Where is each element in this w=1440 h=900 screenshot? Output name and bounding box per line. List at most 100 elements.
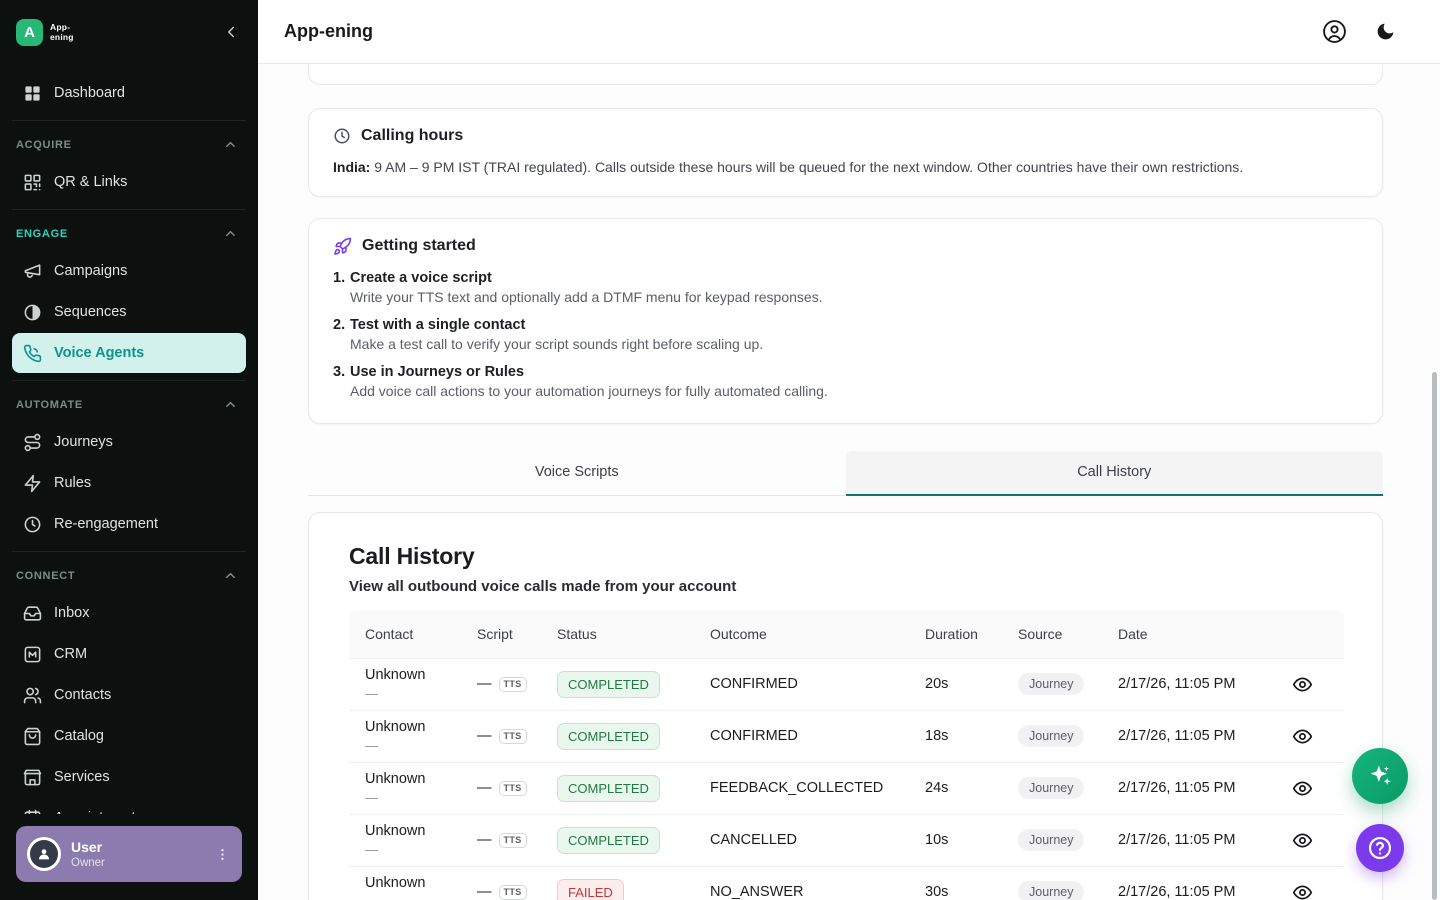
qr-icon — [22, 172, 42, 192]
cell-script: — — [477, 728, 492, 744]
help-fab[interactable] — [1356, 824, 1404, 872]
view-call-button[interactable] — [1288, 722, 1317, 751]
sidebar-item-label: Inbox — [54, 605, 89, 621]
tab-call-history[interactable]: Call History — [846, 451, 1384, 496]
cell-contact: Unknown — [365, 719, 445, 735]
view-call-button[interactable] — [1288, 826, 1317, 855]
sidebar-item-catalog[interactable]: Catalog — [12, 716, 246, 756]
sidebar-section-automate[interactable]: AUTOMATE — [12, 388, 246, 421]
chevron-up-icon — [223, 568, 238, 583]
sidebar-section-engage[interactable]: ENGAGE — [12, 217, 246, 250]
cell-date: 2/17/26, 11:05 PM — [1102, 676, 1261, 692]
sidebar-item-label: Contacts — [54, 687, 111, 703]
chevron-up-icon — [223, 137, 238, 152]
column-header-duration: Duration — [909, 626, 1002, 642]
ai-assistant-fab[interactable] — [1352, 748, 1408, 804]
sidebar-header: A App- ening — [0, 0, 258, 64]
sidebar-item-appointments[interactable]: Appointments — [12, 798, 246, 814]
sparkles-icon — [1366, 762, 1394, 790]
sidebar-item-voice-agents[interactable]: Voice Agents — [12, 333, 246, 373]
step-title: Test with a single contact — [350, 317, 763, 333]
user-card[interactable]: User Owner — [16, 826, 242, 882]
kebab-menu-icon — [215, 847, 230, 862]
column-header-source: Source — [1002, 626, 1102, 642]
tts-badge: TTS — [499, 885, 527, 900]
sidebar-section-acquire[interactable]: ACQUIRE — [12, 128, 246, 161]
section-label: ENGAGE — [16, 228, 68, 240]
column-header-outcome: Outcome — [694, 626, 909, 642]
view-call-button[interactable] — [1288, 670, 1317, 699]
rocket-icon — [333, 237, 352, 256]
divider — [12, 120, 246, 121]
dark-mode-toggle[interactable] — [1375, 21, 1396, 42]
sidebar-item-label: Voice Agents — [54, 345, 144, 361]
view-call-button[interactable] — [1288, 774, 1317, 803]
sidebar-item-journeys[interactable]: Journeys — [12, 422, 246, 462]
view-call-button[interactable] — [1288, 878, 1317, 900]
step-description: Make a test call to verify your script s… — [350, 336, 763, 352]
sidebar-item-label: Sequences — [54, 304, 127, 320]
calendar-icon — [22, 808, 42, 814]
source-badge: Journey — [1018, 725, 1084, 747]
divider — [12, 380, 246, 381]
sidebar-collapse-button[interactable] — [218, 19, 244, 45]
sidebar-section-connect[interactable]: CONNECT — [12, 559, 246, 592]
cell-script: — — [477, 676, 492, 692]
sidebar-item-rules[interactable]: Rules — [12, 463, 246, 503]
source-badge: Journey — [1018, 673, 1084, 695]
cell-contact-sub: — — [365, 790, 445, 805]
cell-contact-sub: — — [365, 738, 445, 753]
user-meta: User Owner — [71, 839, 201, 869]
eye-icon — [1292, 674, 1313, 695]
lightning-icon — [22, 473, 42, 493]
tts-badge: TTS — [499, 677, 527, 692]
main-area: App-ening Calling hours — [258, 0, 1440, 900]
store-icon — [22, 767, 42, 787]
tab-voice-scripts[interactable]: Voice Scripts — [308, 451, 846, 496]
calling-hours-card: Calling hours India: 9 AM – 9 PM IST (TR… — [308, 108, 1383, 197]
cell-duration: 24s — [909, 780, 1002, 796]
help-icon — [1367, 835, 1393, 861]
sidebar-item-qr-links[interactable]: QR & Links — [12, 162, 246, 202]
sidebar-item-re-engagement[interactable]: Re-engagement — [12, 504, 246, 544]
logo-text-line1: App- — [50, 22, 74, 32]
user-name: User — [71, 839, 201, 855]
sidebar-item-dashboard[interactable]: Dashboard — [12, 73, 246, 113]
user-menu-button[interactable] — [211, 843, 234, 866]
sidebar-item-contacts[interactable]: Contacts — [12, 675, 246, 715]
step-title: Use in Journeys or Rules — [350, 364, 828, 380]
avatar — [27, 837, 61, 871]
call-history-subtitle: View all outbound voice calls made from … — [349, 578, 1342, 595]
source-badge: Journey — [1018, 829, 1084, 851]
cell-contact-sub: — — [365, 894, 445, 900]
cell-date: 2/17/26, 11:05 PM — [1102, 884, 1261, 900]
getting-started-card: Getting started 1. Create a voice script… — [308, 218, 1383, 424]
table-row: Unknown— —TTS COMPLETED CANCELLED 10s Jo… — [349, 814, 1344, 866]
chevron-up-icon — [223, 226, 238, 241]
tab-bar: Voice Scripts Call History — [308, 451, 1383, 496]
topbar-icons — [1322, 19, 1396, 44]
column-header-date: Date — [1102, 626, 1261, 642]
contrast-icon — [22, 302, 42, 322]
grid-icon — [22, 83, 42, 103]
cell-outcome: FEEDBACK_COLLECTED — [694, 780, 909, 796]
getting-started-step: 3. Use in Journeys or Rules Add voice ca… — [333, 364, 1358, 399]
user-avatar-icon — [30, 840, 58, 868]
column-header-script: Script — [461, 626, 541, 642]
sidebar-item-services[interactable]: Services — [12, 757, 246, 797]
column-header-contact: Contact — [349, 626, 461, 642]
cell-date: 2/17/26, 11:05 PM — [1102, 780, 1261, 796]
account-button[interactable] — [1322, 19, 1347, 44]
sidebar-item-inbox[interactable]: Inbox — [12, 593, 246, 633]
sidebar-item-crm[interactable]: CRM — [12, 634, 246, 674]
logo-text-line2: ening — [50, 32, 74, 42]
status-badge: COMPLETED — [557, 775, 660, 802]
table-row: Unknown— —TTS FAILED NO_ANSWER 30s Journ… — [349, 866, 1344, 900]
app-logo: A App- ening — [16, 19, 74, 46]
vertical-scrollbar[interactable] — [1432, 372, 1437, 900]
table-row: Unknown— —TTS COMPLETED FEEDBACK_COLLECT… — [349, 762, 1344, 814]
sidebar-item-sequences[interactable]: Sequences — [12, 292, 246, 332]
step-description: Add voice call actions to your automatio… — [350, 383, 828, 399]
content-scroll-area[interactable]: Calling hours India: 9 AM – 9 PM IST (TR… — [258, 64, 1440, 900]
sidebar-item-campaigns[interactable]: Campaigns — [12, 251, 246, 291]
